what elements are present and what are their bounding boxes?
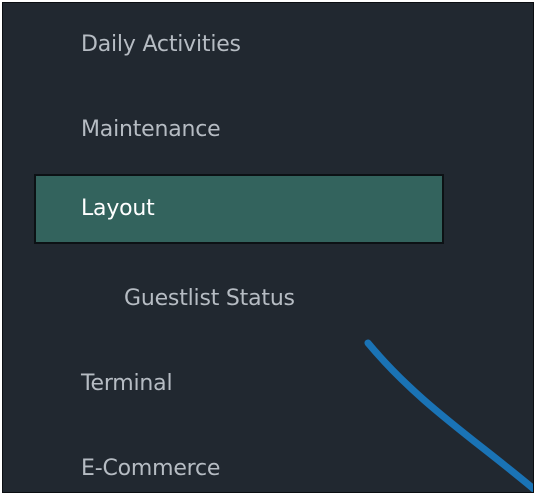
sidebar-item-daily-activities[interactable]: Daily Activities (3, 15, 533, 75)
sidebar-item-layout[interactable]: Layout (3, 179, 533, 239)
sidebar-item-terminal[interactable]: Terminal (3, 354, 533, 414)
sidebar-item-maintenance[interactable]: Maintenance (3, 100, 533, 160)
sidebar-nav: Daily Activities Maintenance Layout Gues… (3, 3, 533, 492)
sidebar-subitem-guestlist-status[interactable]: Guestlist Status (3, 269, 533, 329)
sidebar-panel: Daily Activities Maintenance Layout Gues… (2, 2, 534, 493)
sidebar-item-e-commerce[interactable]: E-Commerce (3, 439, 533, 492)
